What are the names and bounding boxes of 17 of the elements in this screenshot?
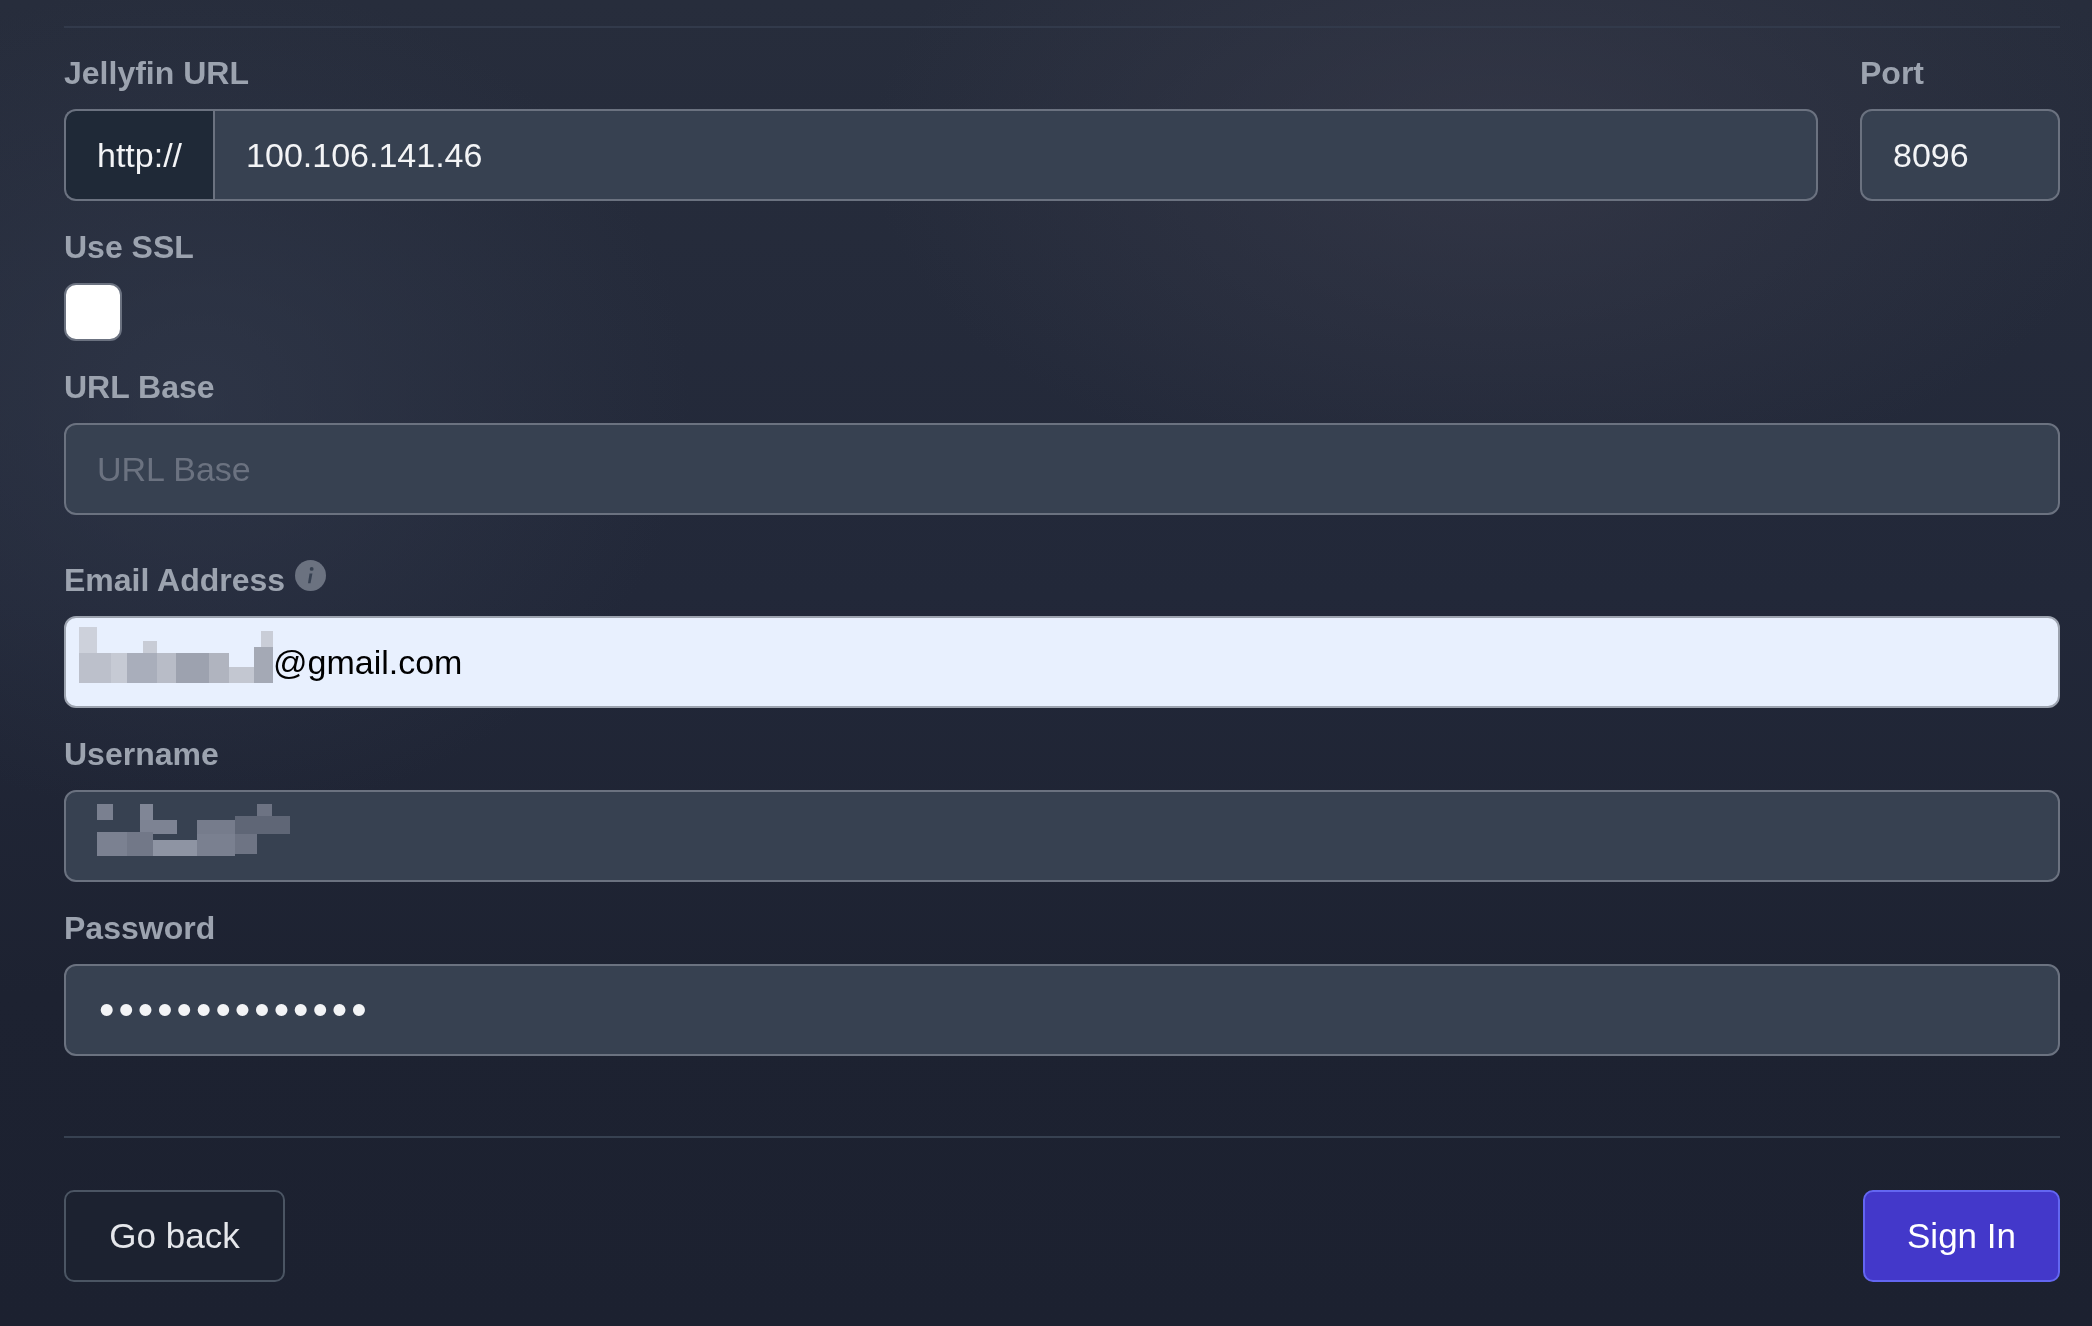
field-label: Use SSL (64, 228, 194, 267)
info-icon[interactable] (295, 560, 327, 591)
field-label: Username (64, 735, 219, 774)
url-input[interactable]: 100.106.141.46 (213, 109, 1818, 201)
field-label: Jellyfin URL (64, 54, 249, 93)
input-field[interactable]: @gmail.com (64, 616, 2060, 708)
password-field[interactable]: •••••••••••••• (64, 964, 2060, 1056)
protocol-prefix: http:// (64, 109, 214, 201)
back-button[interactable]: Go back (64, 1190, 285, 1282)
port-field[interactable]: 8096 (1860, 109, 2060, 201)
input-field[interactable] (64, 790, 2060, 882)
field-label: Password (64, 909, 216, 948)
field-label: Port (1860, 54, 1924, 93)
field-label: Email Address (64, 561, 286, 600)
sign-in-button[interactable]: Sign In (1863, 1190, 2060, 1282)
field-label: URL Base (64, 368, 215, 407)
ssl-checkbox[interactable] (64, 283, 122, 341)
